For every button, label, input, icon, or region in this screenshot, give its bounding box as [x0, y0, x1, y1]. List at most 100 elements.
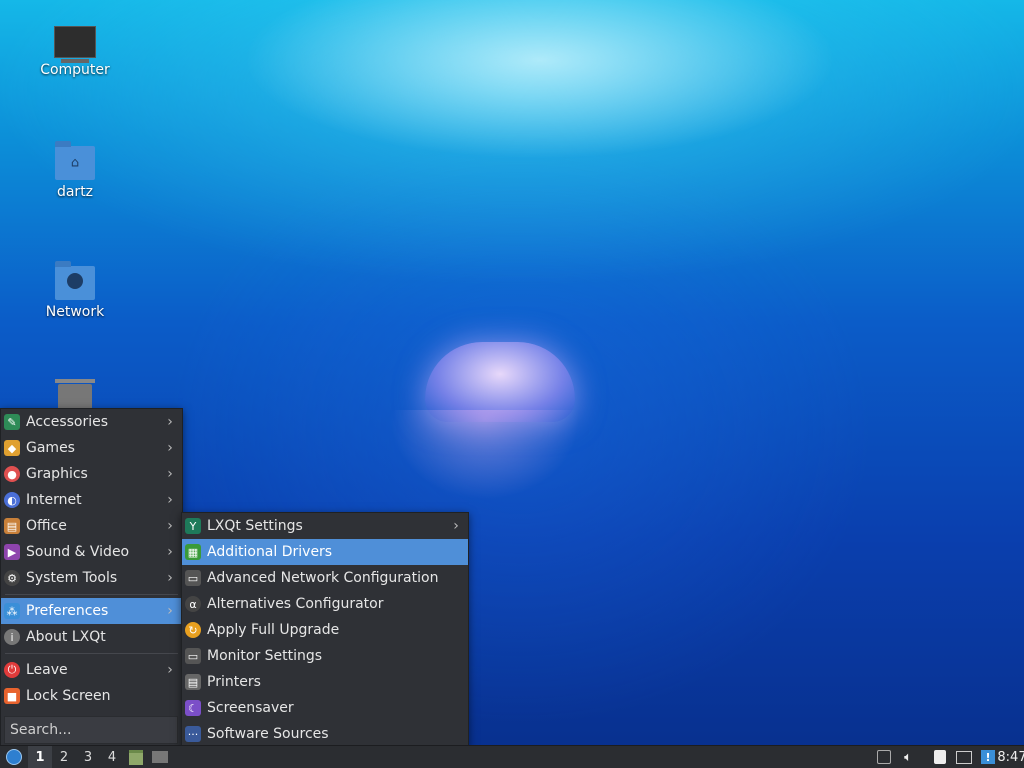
- menu-item-games[interactable]: ◆ Games ›: [1, 435, 182, 461]
- desktop-icon-label: Network: [45, 304, 105, 320]
- desktop-icon-network[interactable]: Network: [20, 261, 130, 320]
- menu-search-box[interactable]: [4, 716, 178, 744]
- menu-item-sound-video[interactable]: ▶ Sound & Video ›: [1, 539, 182, 565]
- desktop-icon-label: Computer: [40, 62, 110, 78]
- search-input[interactable]: [5, 717, 177, 743]
- menu-item-office[interactable]: ▤ Office ›: [1, 513, 182, 539]
- menu-item-graphics[interactable]: ● Graphics ›: [1, 461, 182, 487]
- menu-item-label: Alternatives Configurator: [207, 596, 384, 612]
- preferences-submenu: Y LXQt Settings › ▦ Additional Drivers ▭…: [181, 512, 469, 748]
- menu-item-label: Additional Drivers: [207, 544, 333, 560]
- desktop-icon-label: dartz: [56, 184, 94, 200]
- network-button[interactable]: [952, 746, 976, 768]
- submenu-item-additional-drivers[interactable]: ▦ Additional Drivers: [182, 539, 468, 565]
- tray-app-button[interactable]: [872, 746, 896, 768]
- monitor-icon: ▭: [185, 648, 201, 664]
- speaker-icon: 🔈︎: [904, 749, 912, 765]
- submenu-item-lxqt-settings[interactable]: Y LXQt Settings ›: [182, 513, 468, 539]
- menu-item-label: Printers: [207, 674, 261, 690]
- network-config-icon: ▭: [185, 570, 201, 586]
- games-icon: ◆: [4, 440, 20, 456]
- software-sources-icon: ···: [185, 726, 201, 742]
- menu-item-system-tools[interactable]: ⚙ System Tools ›: [1, 565, 182, 591]
- about-icon: i: [4, 629, 20, 645]
- menu-item-label: LXQt Settings: [207, 518, 303, 534]
- menu-item-label: Games: [26, 440, 75, 456]
- submenu-item-alternatives[interactable]: α Alternatives Configurator: [182, 591, 468, 617]
- graphics-icon: ●: [4, 466, 20, 482]
- chevron-right-icon: ›: [453, 518, 459, 534]
- drivers-icon: ▦: [185, 544, 201, 560]
- menu-item-label: Advanced Network Configuration: [207, 570, 439, 586]
- menu-item-label: Accessories: [26, 414, 109, 430]
- internet-icon: ◐: [4, 492, 20, 508]
- menu-item-label: Leave: [26, 662, 68, 678]
- submenu-item-screensaver[interactable]: ☾ Screensaver: [182, 695, 468, 721]
- start-menu-button[interactable]: [0, 746, 28, 768]
- lxqt-settings-icon: Y: [185, 518, 201, 534]
- file-manager-icon: [129, 749, 143, 765]
- menu-separator: [5, 653, 178, 654]
- workspace-1-button[interactable]: 1: [28, 746, 52, 768]
- submenu-item-advanced-network[interactable]: ▭ Advanced Network Configuration: [182, 565, 468, 591]
- chevron-right-icon: ›: [167, 570, 173, 586]
- menu-item-lock-screen[interactable]: ■ Lock Screen: [1, 683, 182, 709]
- submenu-item-monitor-settings[interactable]: ▭ Monitor Settings: [182, 643, 468, 669]
- menu-item-label: Graphics: [26, 466, 88, 482]
- workspace-3-button[interactable]: 3: [76, 746, 100, 768]
- menu-item-internet[interactable]: ◐ Internet ›: [1, 487, 182, 513]
- workspace-2-button[interactable]: 2: [52, 746, 76, 768]
- chevron-right-icon: ›: [167, 492, 173, 508]
- clock[interactable]: 8:47: [997, 746, 1024, 768]
- submenu-item-software-sources[interactable]: ··· Software Sources: [182, 721, 468, 747]
- menu-item-label: Sound & Video: [26, 544, 130, 560]
- sound-video-icon: ▶: [4, 544, 20, 560]
- menu-item-leave[interactable]: ⏻ Leave ›: [1, 657, 182, 683]
- menu-item-label: System Tools: [26, 570, 118, 586]
- chevron-right-icon: ›: [167, 466, 173, 482]
- show-desktop-icon: [152, 751, 168, 763]
- upgrade-icon: ↻: [185, 622, 201, 638]
- lubuntu-logo-icon: [6, 749, 22, 765]
- submenu-item-apply-upgrade[interactable]: ↻ Apply Full Upgrade: [182, 617, 468, 643]
- menu-item-accessories[interactable]: ✎ Accessories ›: [1, 409, 182, 435]
- application-menu: ✎ Accessories › ◆ Games › ● Graphics › ◐…: [0, 408, 183, 748]
- workspace-4-button[interactable]: 4: [100, 746, 124, 768]
- menu-item-label: Apply Full Upgrade: [207, 622, 340, 638]
- volume-button[interactable]: 🔈︎: [896, 746, 920, 768]
- menu-item-label: Lock Screen: [26, 688, 111, 704]
- clipboard-icon: [934, 750, 946, 764]
- network-folder-icon: [55, 261, 95, 300]
- home-folder-icon: ⌂: [55, 141, 95, 180]
- show-desktop-button[interactable]: [148, 746, 172, 768]
- chevron-right-icon: ›: [167, 662, 173, 678]
- tray-app-icon: [877, 750, 891, 764]
- taskbar: 1 2 3 4 🔈︎ ! 8:47: [0, 745, 1024, 768]
- office-icon: ▤: [4, 518, 20, 534]
- file-manager-launcher[interactable]: [124, 746, 148, 768]
- tray-spacer: [920, 746, 928, 768]
- desktop-icon-home[interactable]: ⌂ dartz: [20, 141, 130, 200]
- menu-item-label: Monitor Settings: [207, 648, 323, 664]
- submenu-item-printers[interactable]: ▤ Printers: [182, 669, 468, 695]
- menu-item-about[interactable]: i About LXQt: [1, 624, 182, 650]
- menu-item-preferences[interactable]: ⁂ Preferences ›: [1, 598, 182, 624]
- chevron-right-icon: ›: [167, 518, 173, 534]
- menu-item-label: Software Sources: [207, 726, 329, 742]
- desktop-icon-computer[interactable]: Computer: [20, 26, 130, 78]
- printer-icon: ▤: [185, 674, 201, 690]
- system-tray: 🔈︎ ! 8:47: [872, 746, 1024, 768]
- lock-icon: ■: [4, 688, 20, 704]
- chevron-right-icon: ›: [167, 414, 173, 430]
- update-notifier-button[interactable]: !: [976, 746, 1000, 768]
- alternatives-icon: α: [185, 596, 201, 612]
- menu-separator: [5, 594, 178, 595]
- menu-item-label: About LXQt: [26, 629, 106, 645]
- menu-item-label: Office: [26, 518, 67, 534]
- computer-icon: [54, 26, 96, 63]
- system-tools-icon: ⚙: [4, 570, 20, 586]
- screensaver-icon: ☾: [185, 700, 201, 716]
- network-icon: [956, 750, 972, 764]
- wallpaper-jellyfish-tentacles: [390, 410, 580, 500]
- clipboard-button[interactable]: [928, 746, 952, 768]
